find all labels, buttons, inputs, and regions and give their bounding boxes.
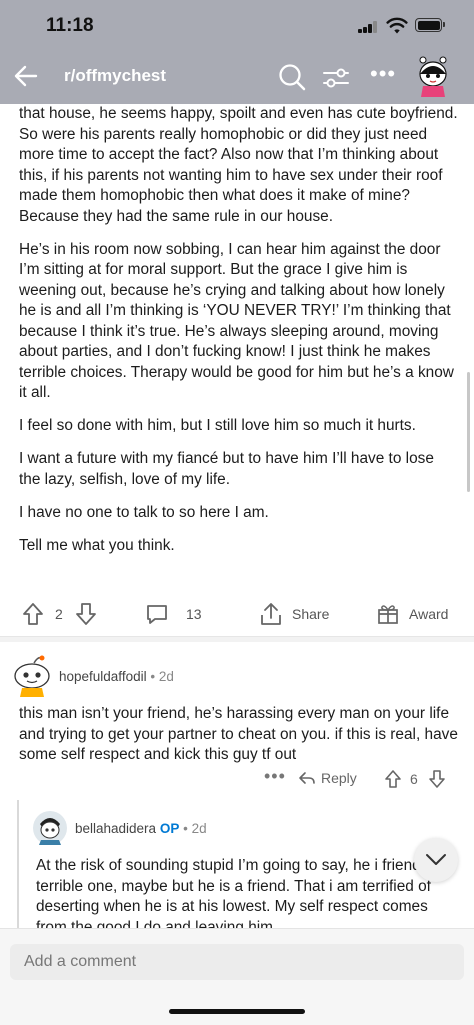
- meta-separator: •: [183, 821, 188, 836]
- post-paragraph: I have no one to talk to so here I am.: [19, 503, 269, 521]
- comment-text: this man isn’t your friend, he’s harassi…: [19, 705, 458, 763]
- post-body: that house, he seems happy, spoilt and e…: [19, 104, 459, 569]
- reply-label: Reply: [321, 770, 357, 786]
- post-paragraph: He’s in his room now sobbing, I can hear…: [19, 240, 454, 402]
- cellular-signal-icon: [358, 21, 378, 33]
- share-icon: [261, 603, 281, 625]
- reply-arrow-icon: [299, 772, 315, 784]
- post-vote-count: 2: [55, 606, 63, 622]
- post-paragraph: Tell me what you think.: [19, 536, 175, 554]
- post-paragraph: that house, he seems happy, spoilt and e…: [19, 105, 458, 225]
- bottom-comment-bar: Add a comment: [0, 928, 474, 1025]
- share-label: Share: [292, 606, 330, 622]
- comment-upvote-icon[interactable]: [384, 769, 402, 789]
- add-comment-input[interactable]: Add a comment: [10, 944, 464, 980]
- comment-age: 2d: [158, 669, 174, 684]
- post-paragraph: I feel so done with him, but I still lov…: [19, 417, 416, 434]
- award-button[interactable]: Award: [376, 598, 448, 630]
- nav-bar: r/offmychest •••: [0, 52, 474, 102]
- share-button[interactable]: Share: [259, 598, 329, 630]
- comment-bubble-icon: [147, 605, 167, 624]
- chevron-down-icon: [426, 854, 446, 865]
- post-paragraph: I want a future with my fiancé but to ha…: [19, 450, 434, 488]
- comment-vote-count: 6: [410, 771, 418, 787]
- subreddit-title[interactable]: r/offmychest: [64, 66, 166, 86]
- op-badge: OP: [159, 821, 180, 836]
- reply-button[interactable]: Reply: [298, 770, 357, 786]
- header: 11:18 r/offmychest •••: [0, 0, 474, 104]
- reply-text: At the risk of sounding stupid I’m going…: [36, 857, 438, 936]
- downvote-arrow-icon: [76, 603, 96, 625]
- reply-age: 2d: [191, 821, 207, 836]
- scrollbar[interactable]: [467, 372, 470, 492]
- status-time: 11:18: [46, 15, 94, 36]
- collapse-thread-button[interactable]: [414, 838, 458, 882]
- search-icon[interactable]: [277, 62, 307, 92]
- comment-downvote-icon[interactable]: [428, 769, 446, 789]
- comment-username[interactable]: hopefuldaffodil: [59, 669, 147, 684]
- comment-meta: hopefuldaffodil • 2d: [59, 669, 174, 684]
- award-label: Award: [409, 606, 449, 622]
- comment-actions: ••• Reply 6: [0, 766, 474, 792]
- op-avatar[interactable]: [32, 810, 68, 846]
- home-indicator[interactable]: [169, 1009, 305, 1014]
- award-gift-icon: [378, 605, 398, 624]
- upvote-arrow-icon: [23, 603, 43, 625]
- downvote-button[interactable]: [75, 598, 97, 630]
- status-bar: 11:18: [0, 0, 474, 50]
- reply-username[interactable]: bellahadidera: [75, 821, 156, 836]
- user-avatar[interactable]: [415, 54, 451, 98]
- wifi-icon: [386, 17, 408, 34]
- post-actions: 2 13 Share Award: [0, 598, 474, 630]
- comment-more-icon[interactable]: •••: [264, 766, 286, 787]
- sort-filter-icon[interactable]: [322, 65, 350, 91]
- more-options-icon[interactable]: •••: [370, 62, 395, 88]
- battery-icon: [415, 18, 445, 32]
- upvote-button[interactable]: [22, 598, 44, 630]
- reply-meta: bellahadidera OP • 2d: [75, 821, 207, 836]
- commenter-avatar[interactable]: [12, 654, 52, 698]
- back-arrow-icon[interactable]: [10, 60, 42, 92]
- divider: [0, 636, 474, 642]
- post-comment-count: 13: [186, 606, 202, 622]
- meta-separator: •: [150, 669, 156, 684]
- thread-line[interactable]: [17, 800, 19, 930]
- comments-button[interactable]: [145, 598, 169, 630]
